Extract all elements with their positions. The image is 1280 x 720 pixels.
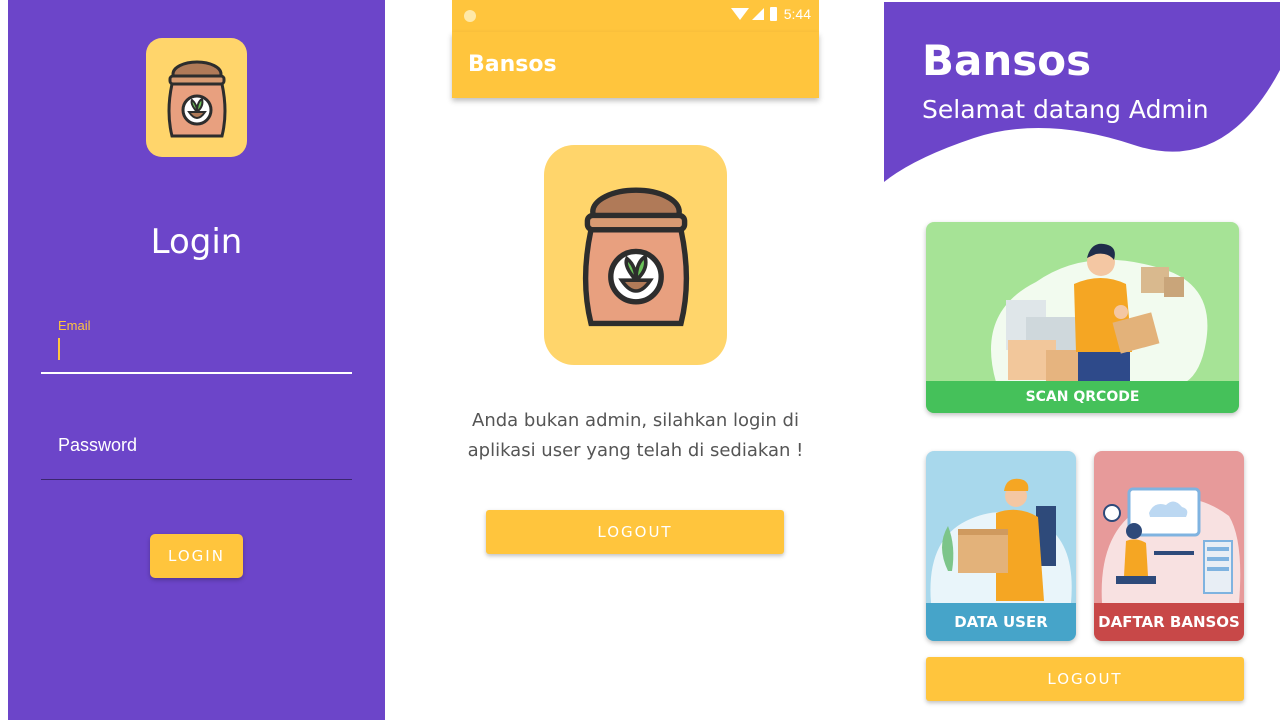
login-button[interactable]: LOGIN <box>150 534 243 578</box>
courier-with-box-illustration <box>930 478 1072 603</box>
signal-icon <box>751 8 764 20</box>
text-caret <box>58 338 60 360</box>
status-icons: 5:44 <box>730 6 811 22</box>
data-user-label: DATA USER <box>926 603 1076 641</box>
not-admin-message: Anda bukan admin, silahkan login di apli… <box>467 410 804 461</box>
email-field[interactable]: Email <box>41 316 352 374</box>
operator-at-servers-illustration <box>1101 487 1241 603</box>
admin-logout-button[interactable]: LOGOUT <box>926 657 1244 701</box>
wifi-icon <box>730 8 749 20</box>
password-placeholder: Password <box>58 435 138 455</box>
not-admin-screen: 5:44 Bansos Anda bukan admin, silahkan l… <box>452 0 819 720</box>
daftar-bansos-card[interactable]: DAFTAR BANSOS <box>1094 451 1244 641</box>
login-screen: Login Email Password LOGIN <box>8 0 385 720</box>
status-time: 5:44 <box>783 6 811 22</box>
app-bar: Bansos <box>452 32 819 98</box>
login-title: Login <box>150 222 243 262</box>
app-logo <box>146 38 247 157</box>
dashboard-title: Bansos <box>922 36 1092 85</box>
app-mockup: Login Email Password LOGIN 5:44 Bansos A… <box>0 0 1280 720</box>
sack-logo-icon <box>167 60 226 137</box>
email-label: Email <box>58 318 91 333</box>
delivery-man-scanning-illustration <box>991 243 1208 382</box>
app-logo-large <box>544 145 727 365</box>
password-field[interactable]: Password <box>41 424 352 480</box>
notification-dot-icon <box>464 10 476 22</box>
battery-icon <box>769 7 777 21</box>
status-bar: 5:44 <box>452 0 819 32</box>
app-bar-title: Bansos <box>468 52 557 77</box>
admin-dashboard-screen: Bansos Selamat datang Admin SCAN QRCODE <box>884 0 1280 720</box>
sack-logo-icon <box>582 187 689 327</box>
scan-qrcode-label: SCAN QRCODE <box>926 381 1239 413</box>
welcome-subtitle: Selamat datang Admin <box>922 95 1209 124</box>
scan-qrcode-card[interactable]: SCAN QRCODE <box>926 222 1239 413</box>
data-user-card[interactable]: DATA USER <box>926 451 1076 641</box>
logout-button[interactable]: LOGOUT <box>486 510 784 554</box>
daftar-bansos-label: DAFTAR BANSOS <box>1094 603 1244 641</box>
